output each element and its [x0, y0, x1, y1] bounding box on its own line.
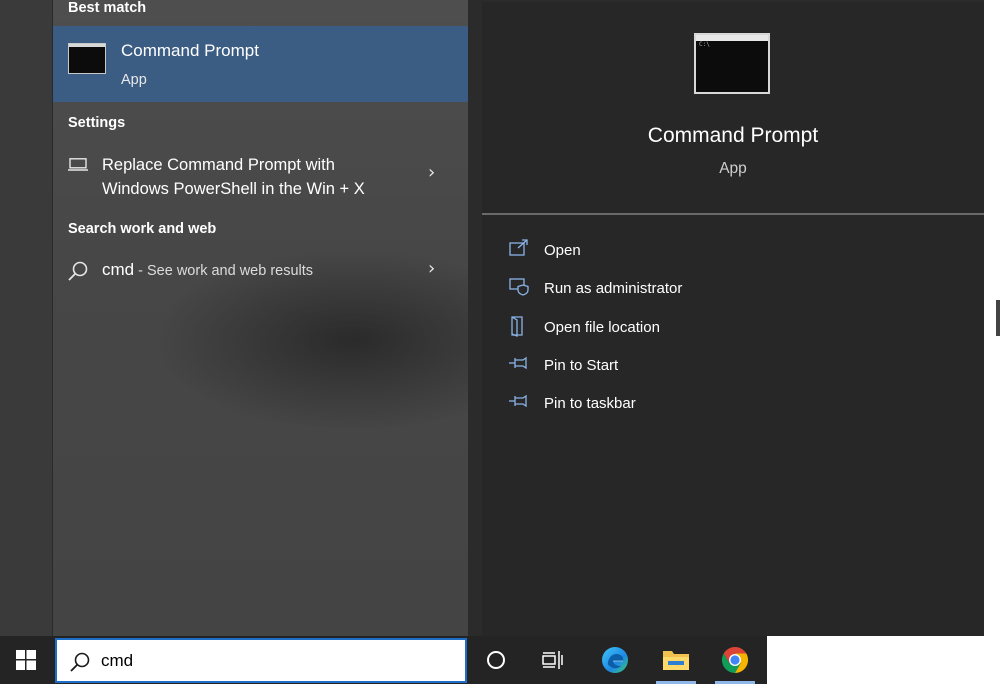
action-open[interactable]: Open — [508, 238, 908, 264]
chrome-icon — [721, 646, 749, 674]
best-match-result[interactable]: Command Prompt App — [53, 26, 468, 102]
action-label: Pin to Start — [544, 357, 619, 374]
file-location-icon — [511, 316, 523, 337]
taskbar-search-box[interactable] — [55, 638, 467, 683]
best-match-heading: Best match — [68, 0, 147, 16]
web-search-suffix: - See work and web results — [134, 263, 314, 279]
task-view-button[interactable] — [527, 636, 579, 684]
pin-icon — [509, 394, 527, 408]
action-label: Pin to taskbar — [544, 395, 636, 412]
action-pin-to-start[interactable]: Pin to Start — [508, 353, 908, 379]
action-label: Open file location — [544, 319, 660, 336]
detail-subtitle: App — [719, 160, 747, 177]
laptop-icon — [68, 158, 88, 171]
web-search-result[interactable]: cmd - See work and web results › — [53, 258, 468, 286]
settings-result-item[interactable]: Replace Command Prompt with Windows Powe… — [53, 150, 468, 202]
chevron-right-icon: › — [428, 162, 436, 183]
task-view-icon — [542, 651, 563, 669]
action-pin-to-taskbar[interactable]: Pin to taskbar — [508, 391, 908, 417]
file-explorer-taskbar-button[interactable] — [650, 636, 702, 684]
command-prompt-icon — [68, 43, 106, 74]
start-button[interactable] — [0, 636, 52, 684]
detail-title: Command Prompt — [647, 124, 819, 147]
taskbar — [0, 636, 767, 684]
action-label: Run as administrator — [544, 280, 683, 297]
scrollbar[interactable] — [996, 300, 1000, 336]
windows-logo-icon — [16, 650, 36, 670]
pin-icon — [509, 356, 527, 370]
command-prompt-large-icon — [694, 33, 770, 94]
chevron-right-icon: › — [428, 258, 436, 279]
open-icon — [509, 239, 528, 256]
app-detail-panel: Command Prompt App Open Run as administr… — [482, 2, 984, 636]
settings-result-label: Replace Command Prompt with Windows Powe… — [102, 153, 422, 201]
web-search-query: cmd — [102, 260, 135, 279]
edge-icon — [602, 647, 628, 673]
search-icon — [70, 652, 90, 672]
file-explorer-icon — [663, 651, 689, 670]
cortana-icon — [487, 651, 505, 669]
edge-taskbar-button[interactable] — [589, 636, 641, 684]
chrome-taskbar-button[interactable] — [709, 636, 761, 684]
settings-result-line2: Windows PowerShell in the Win + X — [102, 180, 365, 198]
web-search-text: cmd - See work and web results — [102, 260, 313, 280]
shield-icon — [509, 278, 529, 296]
web-search-heading: Search work and web — [68, 221, 217, 237]
action-open-file-location[interactable]: Open file location — [508, 315, 908, 341]
desktop-background — [767, 636, 1000, 684]
search-icon — [68, 261, 88, 281]
action-run-as-admin[interactable]: Run as administrator — [508, 276, 908, 302]
settings-heading: Settings — [68, 115, 126, 131]
start-left-rail — [0, 0, 53, 636]
divider — [482, 213, 984, 215]
best-match-title: Command Prompt — [121, 41, 259, 60]
search-results-pane: Best match Command Prompt App Settings R… — [53, 0, 468, 636]
cortana-button[interactable] — [470, 636, 522, 684]
settings-result-line1: Replace Command Prompt with — [102, 156, 335, 174]
search-input[interactable] — [101, 650, 441, 672]
best-match-subtitle: App — [121, 72, 147, 88]
action-label: Open — [544, 242, 581, 259]
